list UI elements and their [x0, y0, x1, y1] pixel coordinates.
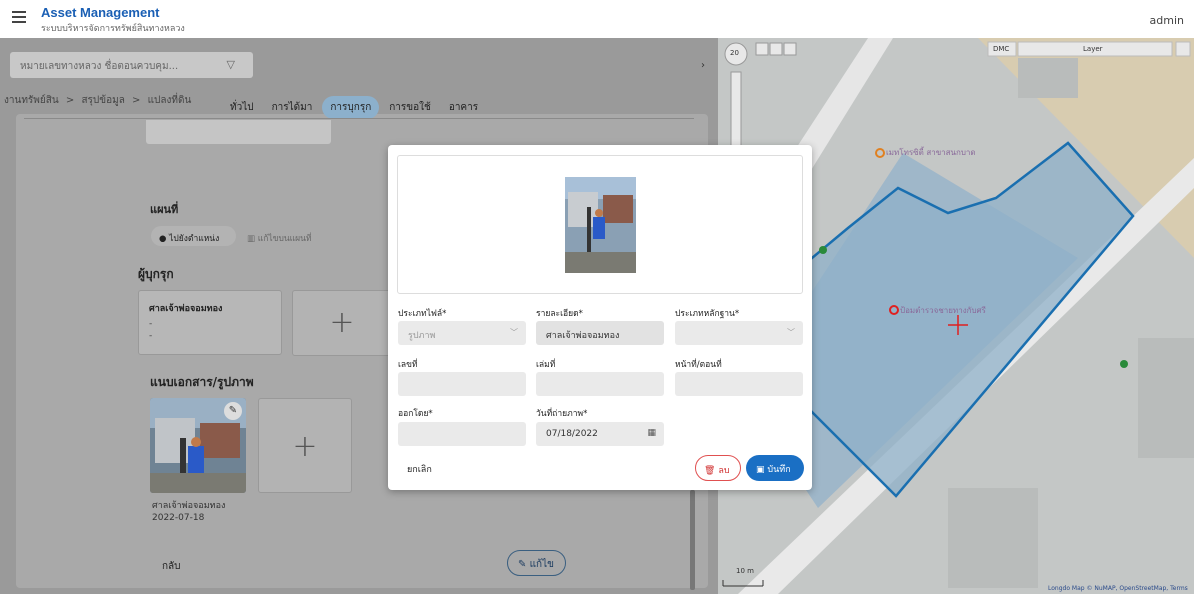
scale-bar: 10 m — [736, 567, 754, 575]
page-input[interactable] — [675, 372, 803, 396]
number-input[interactable] — [398, 372, 526, 396]
calendar-icon[interactable]: ▦ — [647, 428, 656, 438]
search-input[interactable]: หมายเลขทางหลวง ชื่อตอนควบคุม... ▽ — [10, 52, 253, 78]
map-icon: ▥ — [247, 234, 256, 244]
breadcrumb: งานทรัพย์สิน > สรุปข้อมูล > แปลงที่ดิน — [4, 93, 195, 108]
attachment-dialog: ประเภทไฟล์* รูปภาพ ﹀ รายละเอียด* ศาลเจ้าพ… — [388, 145, 812, 490]
top-bar: Asset Management ระบบบริหารจัดการทรัพย์ส… — [0, 0, 1194, 38]
cancel-button[interactable]: ยกเลิก — [407, 462, 432, 476]
file-type-value: รูปภาพ — [408, 331, 436, 341]
image-preview — [397, 155, 803, 294]
issued-by-input[interactable] — [398, 422, 526, 446]
photo-date-label: วันที่ถ่ายภาพ* — [536, 409, 588, 419]
edit-label: แก้ไข — [529, 559, 554, 570]
preview-image — [565, 177, 636, 273]
file-type-label: ประเภทไฟล์* — [398, 309, 447, 319]
delete-label: ลบ — [718, 466, 730, 476]
section-encroacher-title: ผู้บุกรุก — [138, 267, 174, 281]
save-icon: ▣ — [756, 465, 765, 475]
tab-general[interactable]: ทั่วไป — [222, 96, 262, 119]
layer-select[interactable]: Layer — [1083, 45, 1103, 53]
search-placeholder: หมายเลขทางหลวง ชื่อตอนควบคุม... — [20, 61, 179, 72]
poi-label[interactable]: เมทโทรซิตี้ สาขาสนกบาด — [886, 146, 976, 159]
scrollbar[interactable] — [690, 490, 695, 590]
breadcrumb-separator: > — [65, 95, 75, 106]
encroacher-line: - — [149, 331, 153, 341]
detail-label: รายละเอียด* — [536, 309, 583, 319]
number-label: เลขที่ — [398, 360, 418, 370]
zoom-level[interactable]: 20 — [730, 49, 739, 57]
goto-location-button[interactable]: ● ไปยังตำแหน่ง — [151, 226, 236, 246]
evidence-type-label: ประเภทหลักฐาน* — [675, 309, 740, 319]
edit-button[interactable]: ✎ แก้ไข — [507, 550, 566, 576]
tab-acquisition[interactable]: การได้มา — [264, 96, 321, 119]
edit-map-label: แก้ไขบนแผนที่ — [257, 234, 312, 244]
collapse-panel-icon[interactable]: › — [701, 60, 705, 71]
breadcrumb-item-summary[interactable]: สรุปข้อมูล — [81, 95, 124, 106]
filter-icon[interactable]: ▽ — [227, 58, 235, 71]
encroacher-line: - — [149, 319, 153, 329]
user-name[interactable]: admin — [1150, 14, 1184, 27]
detail-input[interactable]: ศาลเจ้าพ่อจอมทอง — [536, 321, 664, 345]
pencil-icon: ✎ — [518, 559, 527, 570]
edit-on-map-button[interactable]: ▥ แก้ไขบนแผนที่ — [247, 231, 312, 245]
encroacher-name: ศาลเจ้าพ่อจอมทอง — [149, 304, 223, 314]
menu-icon[interactable] — [12, 11, 26, 23]
photo-date-input[interactable]: 07/18/2022 ▦ — [536, 422, 664, 446]
section-map-title: แผนที่ — [150, 203, 179, 216]
edit-photo-icon[interactable]: ✎ — [224, 402, 242, 420]
encroacher-card[interactable]: ศาลเจ้าพ่อจอมทอง - - — [138, 290, 282, 355]
notes-textarea[interactable] — [146, 120, 331, 144]
dmc-label[interactable]: DMC — [993, 45, 1009, 53]
back-button[interactable]: กลับ — [162, 559, 181, 574]
brand: Asset Management ระบบบริหารจัดการทรัพย์ส… — [41, 5, 185, 35]
tab-divider — [24, 118, 694, 119]
poi-label[interactable]: ป้อมตำรวจชายทางกับศรี — [900, 304, 986, 317]
page-label: หน้าที่/ตอนที่ — [675, 360, 722, 370]
tab-encroachment[interactable]: การบุกรุก — [322, 96, 380, 119]
app-title: Asset Management — [41, 5, 160, 20]
issued-by-label: ออกโดย* — [398, 409, 433, 419]
photo-caption-date: 2022-07-18 — [152, 513, 205, 523]
book-label: เล่มที่ — [536, 360, 556, 370]
app-subtitle: ระบบบริหารจัดการทรัพย์สินทางหลวง — [41, 24, 185, 34]
file-type-select[interactable]: รูปภาพ ﹀ — [398, 321, 526, 345]
plus-icon: + — [329, 305, 355, 340]
chevron-down-icon: ﹀ — [510, 328, 518, 337]
breadcrumb-item-assets[interactable]: งานทรัพย์สิน — [4, 95, 59, 106]
photo-caption: ศาลเจ้าพ่อจอมทอง 2022-07-18 — [152, 500, 225, 524]
section-attachments-title: แนบเอกสาร/รูปภาพ — [150, 375, 254, 389]
pin-icon: ● — [159, 234, 167, 244]
delete-button[interactable]: 🗑 ลบ — [695, 455, 741, 481]
photo-caption-name: ศาลเจ้าพ่อจอมทอง — [152, 501, 226, 511]
goto-label: ไปยังตำแหน่ง — [169, 234, 220, 244]
save-button[interactable]: ▣ บันทึก — [746, 455, 804, 481]
add-encroacher-button[interactable]: + — [292, 290, 392, 356]
add-attachment-button[interactable]: + — [258, 398, 352, 493]
trash-icon: 🗑 — [704, 466, 716, 476]
chevron-down-icon: ﹀ — [787, 328, 795, 337]
photo-date-value: 07/18/2022 — [546, 429, 598, 439]
breadcrumb-item-land: แปลงที่ดิน — [147, 95, 192, 106]
tab-bar: ทั่วไป การได้มา การบุกรุก การขอใช้ อาคาร — [222, 96, 486, 119]
tab-request[interactable]: การขอใช้ — [381, 96, 439, 119]
preview-photo — [565, 177, 636, 273]
book-input[interactable] — [536, 372, 664, 396]
tab-building[interactable]: อาคาร — [441, 96, 486, 119]
breadcrumb-separator: > — [132, 95, 141, 106]
map-attribution[interactable]: Longdo Map © NuMAP, OpenStreetMap, Terms — [1048, 585, 1188, 592]
attachment-photo[interactable]: ✎ — [150, 398, 246, 493]
save-label: บันทึก — [767, 465, 791, 475]
evidence-type-select[interactable]: ﹀ — [675, 321, 803, 345]
plus-icon: + — [292, 429, 318, 464]
